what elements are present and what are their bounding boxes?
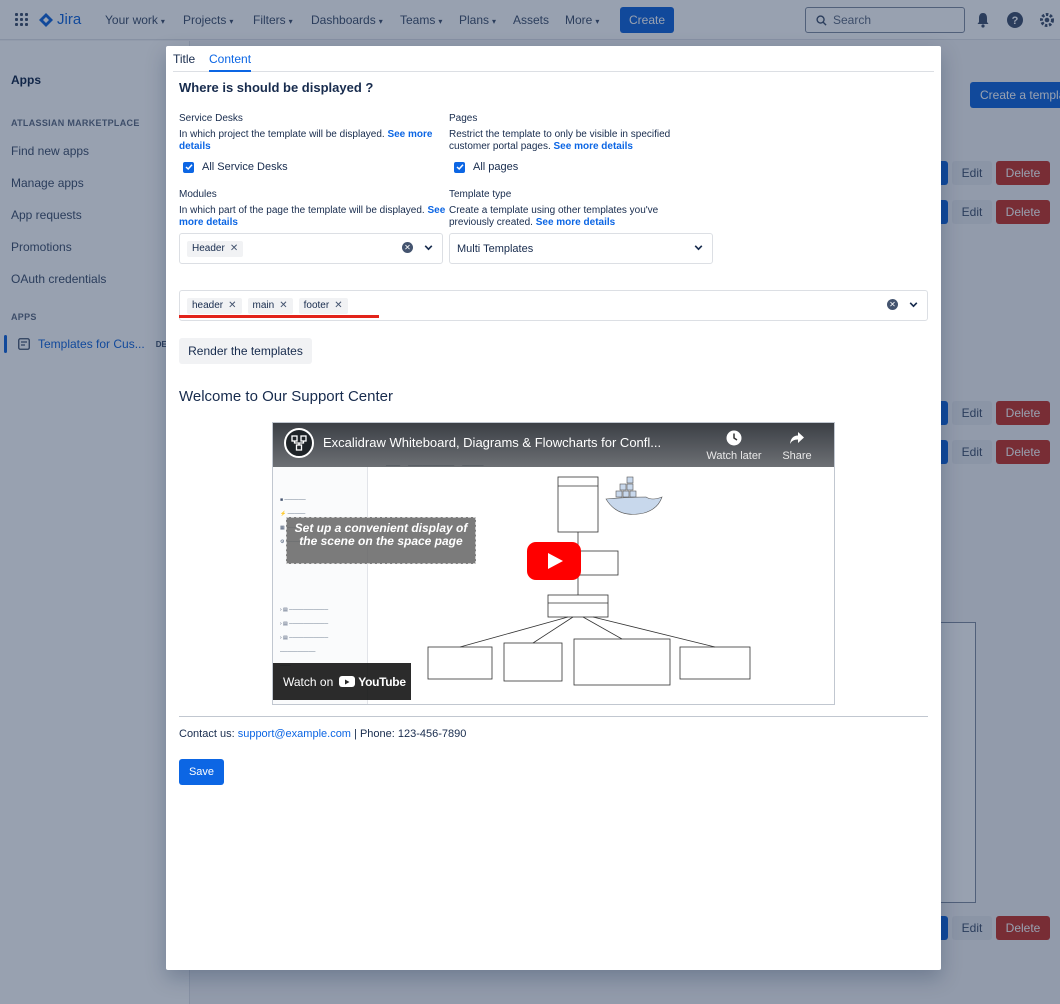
checkbox-checked-icon [183, 161, 194, 173]
template-type-description: Create a template using other templates … [449, 205, 699, 229]
youtube-play-icon[interactable] [527, 542, 581, 580]
youtube-play-icon [339, 676, 356, 687]
share-label: Share [782, 450, 812, 462]
chevron-down-icon[interactable] [423, 242, 434, 253]
watch-on-youtube-button[interactable]: Watch on YouTube [273, 663, 411, 700]
video-side-row: ■ ────── [280, 497, 306, 503]
watch-later-label: Watch later [706, 450, 762, 462]
video-side-row: › ▤ ─────────── [280, 635, 329, 641]
see-more-details-link[interactable]: See more details [554, 141, 633, 152]
youtube-video-embed[interactable]: ■ ────── ⚡ ───── ▦ ────── ⚙ ─────── › ▤ … [272, 422, 835, 705]
youtube-wordmark: YouTube [358, 674, 406, 689]
template-type-value: Multi Templates [457, 242, 534, 255]
modules-desc-text: In which part of the page the template w… [179, 205, 425, 216]
modal-tabs: Title Content [173, 52, 934, 72]
video-caption: Set up a convenient display of the scene… [286, 517, 476, 564]
tag-label: header [192, 300, 224, 311]
checkbox-label: All pages [473, 161, 519, 173]
modules-description: In which part of the page the template w… [179, 205, 449, 229]
template-type-label: Template type [449, 189, 512, 200]
pages-description: Restrict the template to only be visible… [449, 129, 704, 153]
tag-main: main ✕ [247, 297, 293, 314]
clock-icon [726, 430, 742, 446]
display-heading: Where is should be displayed ? [179, 80, 374, 95]
all-service-desks-checkbox[interactable]: All Service Desks [183, 161, 288, 173]
video-title-bar: Excalidraw Whiteboard, Diagrams & Flowch… [273, 423, 834, 467]
annotation-underline [179, 315, 379, 318]
remove-tag-icon[interactable]: ✕ [334, 300, 342, 311]
tag-label: Header [192, 243, 225, 254]
share-button[interactable]: Share [767, 429, 827, 462]
watch-on-label: Watch on [283, 674, 334, 689]
see-more-details-link[interactable]: See more details [536, 217, 615, 228]
service-desks-description: In which project the template will be di… [179, 129, 439, 153]
all-pages-checkbox[interactable]: All pages [454, 161, 518, 173]
video-diagram [427, 476, 751, 686]
tag-header: header ✕ [187, 297, 242, 314]
template-editor-modal: Title Content Where is should be display… [166, 46, 941, 970]
video-side-row: › ▤ ─────────── [280, 607, 329, 613]
video-title[interactable]: Excalidraw Whiteboard, Diagrams & Flowch… [323, 435, 661, 450]
contact-email-link[interactable]: support@example.com [238, 728, 351, 740]
checkbox-label: All Service Desks [202, 161, 288, 173]
clear-icon[interactable]: ✕ [887, 299, 898, 310]
contact-phone: | Phone: 123-456-7890 [350, 728, 467, 740]
tag-footer: footer ✕ [298, 297, 348, 314]
tab-content[interactable]: Content [209, 52, 252, 72]
render-templates-button[interactable]: Render the templates [179, 338, 312, 364]
share-arrow-icon [790, 432, 804, 444]
remove-tag-icon[interactable]: ✕ [279, 300, 287, 311]
save-button[interactable]: Save [179, 759, 224, 785]
chevron-down-icon[interactable] [908, 299, 919, 310]
video-side-row: ────────── [280, 649, 316, 655]
preview-heading: Welcome to Our Support Center [179, 388, 393, 405]
tag-header: Header ✕ [187, 240, 244, 257]
remove-tag-icon[interactable]: ✕ [228, 300, 236, 311]
tag-label: footer [303, 300, 330, 311]
channel-avatar-icon[interactable] [284, 428, 314, 458]
preview-divider [179, 716, 928, 717]
modules-label: Modules [179, 189, 217, 200]
video-side-row: › ▤ ─────────── [280, 621, 329, 627]
tab-title[interactable]: Title [173, 52, 195, 70]
clear-icon[interactable]: ✕ [402, 242, 413, 253]
tag-label: main [252, 300, 275, 311]
contact-prefix: Contact us: [179, 728, 238, 740]
youtube-logo: YouTube [339, 674, 406, 689]
template-type-select[interactable]: Multi Templates [449, 233, 713, 264]
service-desks-desc-text: In which project the template will be di… [179, 129, 385, 140]
remove-tag-icon[interactable]: ✕ [230, 243, 238, 254]
watch-later-button[interactable]: Watch later [704, 429, 764, 462]
modules-select[interactable]: Header ✕ ✕ [179, 233, 443, 264]
chevron-down-icon[interactable] [693, 242, 704, 253]
checkbox-checked-icon [454, 161, 465, 173]
pages-label: Pages [449, 113, 478, 124]
contact-line: Contact us: support@example.com | Phone:… [179, 728, 466, 740]
service-desks-label: Service Desks [179, 113, 243, 124]
